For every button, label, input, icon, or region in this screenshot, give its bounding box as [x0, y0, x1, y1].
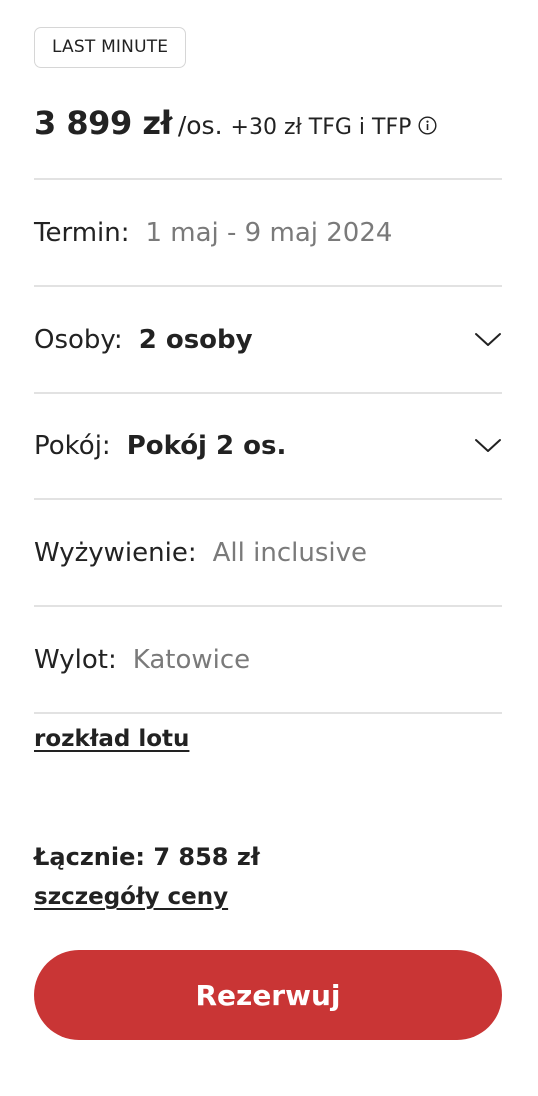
info-icon[interactable]: [418, 116, 437, 135]
wyzywienie-row: Wyżywienie: All inclusive: [34, 528, 502, 578]
price-amount: 3 899 zł: [34, 104, 172, 142]
wylot-row: Wylot: Katowice: [34, 635, 502, 685]
termin-value: 1 maj - 9 maj 2024: [145, 218, 393, 248]
termin-label: Termin:: [34, 218, 130, 248]
divider: [34, 605, 502, 607]
wyzywienie-value: All inclusive: [212, 538, 367, 568]
total-price: Łącznie: 7 858 zł: [34, 843, 260, 871]
divider: [34, 498, 502, 500]
chevron-down-icon[interactable]: [474, 329, 502, 349]
pokoj-label: Pokój:: [34, 431, 111, 461]
price-per-person: /os.: [177, 111, 223, 140]
wylot-value: Katowice: [132, 645, 251, 675]
osoby-selector[interactable]: Osoby: 2 osoby: [34, 315, 502, 365]
last-minute-badge: LAST MINUTE: [34, 27, 187, 68]
flight-schedule-link[interactable]: rozkład lotu: [34, 726, 189, 752]
divider: [34, 178, 502, 180]
price-details-link[interactable]: szczegóły ceny: [34, 884, 228, 910]
reserve-button[interactable]: Rezerwuj: [34, 950, 502, 1040]
osoby-value: 2 osoby: [138, 325, 253, 355]
wylot-label: Wylot:: [34, 645, 117, 675]
price-row: 3 899 zł /os. +30 zł TFG i TFP: [34, 104, 437, 152]
chevron-down-icon[interactable]: [474, 435, 502, 455]
pokoj-value: Pokój 2 os.: [126, 431, 287, 461]
price-extra-fees: +30 zł TFG i TFP: [230, 115, 412, 140]
pokoj-selector[interactable]: Pokój: Pokój 2 os.: [34, 421, 502, 471]
divider: [34, 392, 502, 394]
osoby-label: Osoby:: [34, 325, 123, 355]
divider: [34, 712, 502, 714]
divider: [34, 285, 502, 287]
wyzywienie-label: Wyżywienie:: [34, 538, 197, 568]
termin-row: Termin: 1 maj - 9 maj 2024: [34, 208, 502, 258]
